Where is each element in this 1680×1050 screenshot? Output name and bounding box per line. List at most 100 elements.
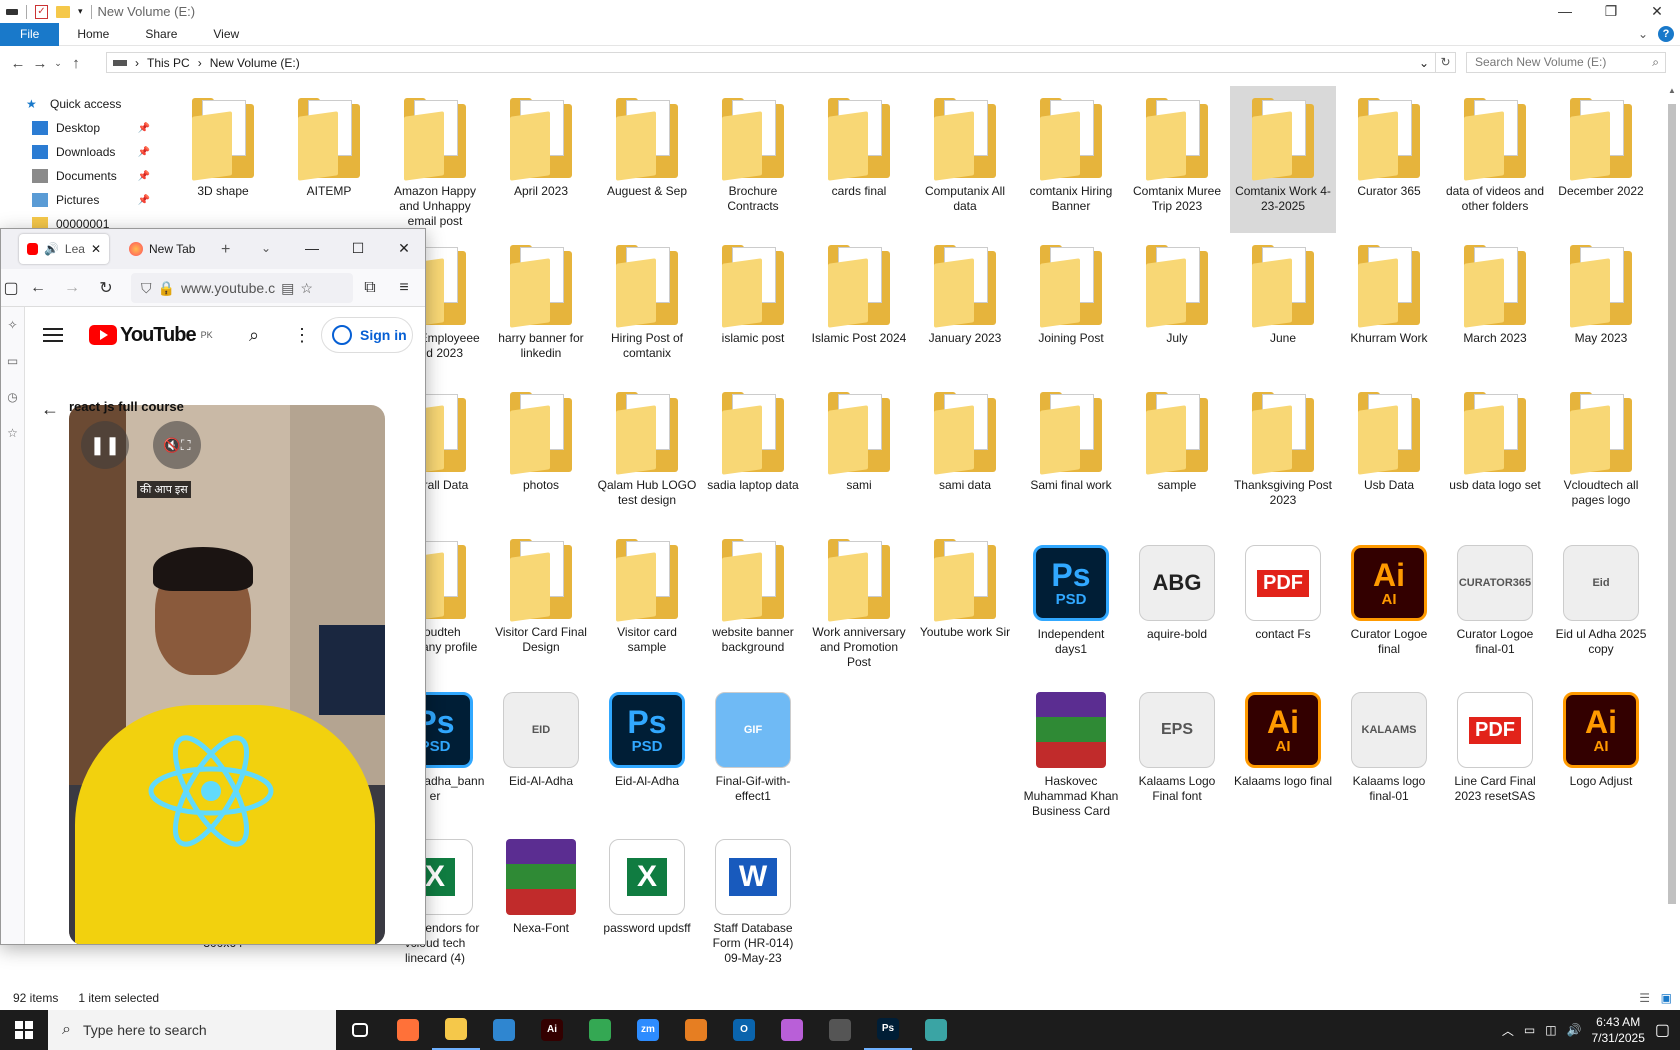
back-arrow-icon[interactable]: ← (41, 399, 59, 420)
shield-icon[interactable]: ⛉ (141, 280, 152, 297)
clock[interactable]: 6:43 AM 7/31/2025 (1591, 1014, 1644, 1046)
folder-item[interactable]: Curator 365 (1336, 86, 1442, 233)
folder-item[interactable]: Vcloudtech all pages logo (1548, 380, 1654, 527)
taskbar-app-other-app[interactable] (912, 1010, 960, 1050)
folder-item[interactable]: sample (1124, 380, 1230, 527)
taskbar-app-pen-tool[interactable] (816, 1010, 864, 1050)
taskbar-app-outlook[interactable]: O (720, 1010, 768, 1050)
help-icon[interactable]: ? (1658, 26, 1674, 42)
reader-view-icon[interactable]: ▤ (281, 280, 294, 297)
folder-item[interactable]: Sami final work (1018, 380, 1124, 527)
folder-item[interactable]: Hiring Post of comtanix (594, 233, 700, 380)
file-item[interactable]: Nexa-Font (488, 821, 594, 968)
folder-item[interactable]: AITEMP (276, 86, 382, 233)
folder-item[interactable]: usb data logo set (1442, 380, 1548, 527)
mute-icon[interactable]: 🔇⛶ (153, 421, 201, 469)
folder-item[interactable]: July (1124, 233, 1230, 380)
folder-item[interactable]: March 2023 (1442, 233, 1548, 380)
folder-item[interactable]: website banner background (700, 527, 806, 674)
folder-item[interactable]: Comtanix Muree Trip 2023 (1124, 86, 1230, 233)
folder-item[interactable]: Computanix All data (912, 86, 1018, 233)
details-view-icon[interactable]: ☰ (1639, 991, 1650, 1005)
file-item[interactable]: CURATOR365 Curator Logoe final-01 (1442, 527, 1548, 674)
taskbar-search-input[interactable]: ⌕ Type here to search (48, 1010, 336, 1050)
file-item[interactable]: ABG aquire-bold (1124, 527, 1230, 674)
new-tab-plus-icon[interactable]: + (221, 241, 230, 259)
sidebar-ai-icon[interactable]: ✧ (1, 307, 24, 343)
pause-icon[interactable]: ❚❚ (81, 421, 129, 469)
folder-item[interactable]: Joining Post (1018, 233, 1124, 380)
menu-icon[interactable]: ≡ (387, 279, 421, 297)
breadcrumb[interactable]: › This PC › New Volume (E:) ⌄ (106, 52, 1436, 73)
folder-item[interactable]: Amazon Happy and Unhappy email post (382, 86, 488, 233)
folder-item[interactable]: Islamic Post 2024 (806, 233, 912, 380)
file-item[interactable]: GIF Final-Gif-with-effect1 (700, 674, 806, 821)
folder-item[interactable]: cards final (806, 86, 912, 233)
file-item[interactable]: Ps PSD Independent days1 (1018, 527, 1124, 674)
folder-item[interactable]: Visitor card sample (594, 527, 700, 674)
properties-icon[interactable]: ✓ (35, 4, 48, 19)
taskbar-app-firefox[interactable] (384, 1010, 432, 1050)
taskbar-app-file-explorer[interactable] (432, 1010, 480, 1050)
folder-item[interactable]: sami data (912, 380, 1018, 527)
folder-item[interactable]: Visitor Card Final Design (488, 527, 594, 674)
expand-ribbon-icon[interactable]: ⌄ (1638, 27, 1648, 41)
large-icons-view-icon[interactable]: ▣ (1661, 991, 1672, 1005)
file-item[interactable]: Haskovec Muhammad Khan Business Card (1018, 674, 1124, 821)
folder-item[interactable]: photos (488, 380, 594, 527)
file-item[interactable]: EID Eid-Al-Adha (488, 674, 594, 821)
bookmark-star-icon[interactable]: ☆ (300, 280, 313, 297)
folder-item[interactable]: January 2023 (912, 233, 1018, 380)
refresh-button[interactable]: ↻ (1436, 52, 1456, 73)
list-tabs-icon[interactable]: ⌄ (261, 241, 271, 255)
customize-qa-icon[interactable]: ▾ (78, 6, 83, 17)
forward-arrow-icon[interactable]: → (29, 55, 51, 72)
scroll-thumb[interactable] (1668, 104, 1676, 904)
file-item[interactable]: Xpassword updsff (594, 821, 700, 968)
back-arrow-icon[interactable]: ← (21, 279, 55, 297)
close-tab-icon[interactable]: ✕ (91, 242, 101, 256)
folder-item[interactable]: data of videos and other folders (1442, 86, 1548, 233)
folder-item[interactable]: Usb Data (1336, 380, 1442, 527)
folder-item[interactable]: April 2023 (488, 86, 594, 233)
file-item[interactable]: W Staff Database Form (HR-014) 09-May-23 (700, 821, 806, 968)
network-icon[interactable]: ▭ (1524, 1023, 1535, 1037)
search-input[interactable]: Search New Volume (E:) ⌕ (1466, 52, 1666, 73)
maximize-button[interactable]: ☐ (335, 234, 381, 262)
breadcrumb-volume[interactable]: New Volume (E:) (210, 56, 300, 70)
sign-in-button[interactable]: Sign in (321, 317, 413, 353)
folder-item[interactable]: Work anniversary and Promotion Post (806, 527, 912, 674)
folder-item[interactable]: Khurram Work (1336, 233, 1442, 380)
file-item[interactable]: PDF contact Fs (1230, 527, 1336, 674)
video-player[interactable]: की आप इस ❚❚ 🔇⛶ (69, 405, 385, 944)
taskbar-app-vscode[interactable] (480, 1010, 528, 1050)
file-item[interactable]: Ai AI Kalaams logo final (1230, 674, 1336, 821)
minimize-button[interactable]: — (1542, 0, 1588, 23)
sidebar-bookmarks-icon[interactable]: ☆ (1, 415, 24, 451)
recent-locations-icon[interactable]: ⌄ (51, 58, 65, 69)
volume-icon[interactable]: 🔊 (1567, 1023, 1582, 1037)
chevron-down-icon[interactable]: ⌄ (1419, 56, 1429, 70)
sidebar-synced-tabs-icon[interactable]: ▭ (1, 343, 24, 379)
sidebar-toggle-icon[interactable]: ▢ (1, 278, 21, 298)
more-options-icon[interactable]: ⋮ (293, 325, 311, 346)
taskbar-app-chrome[interactable] (576, 1010, 624, 1050)
nav-item[interactable]: Documents 📌 (0, 164, 160, 188)
maximize-button[interactable]: ❐ (1588, 0, 1634, 23)
hamburger-menu-icon[interactable] (43, 328, 63, 342)
taskbar-app-photoshop[interactable]: Ps (864, 1010, 912, 1050)
taskbar-app-photos[interactable] (768, 1010, 816, 1050)
folder-item[interactable]: Thanksgiving Post 2023 (1230, 380, 1336, 527)
forward-arrow-icon[interactable]: → (55, 279, 89, 297)
folder-item[interactable]: sadia laptop data (700, 380, 806, 527)
close-button[interactable]: ✕ (1634, 0, 1680, 23)
url-bar[interactable]: ⛉ 🔒 www.youtube.c ▤ ☆ (131, 273, 353, 303)
breadcrumb-this-pc[interactable]: This PC (147, 56, 190, 70)
folder-item[interactable]: islamic post (700, 233, 806, 380)
file-item[interactable]: KALAAMS Kalaams logo final-01 (1336, 674, 1442, 821)
folder-item[interactable]: comtanix Hiring Banner (1018, 86, 1124, 233)
wifi-icon[interactable]: ◫ (1545, 1023, 1556, 1037)
folder-item[interactable]: Brochure Contracts (700, 86, 806, 233)
tab-share[interactable]: Share (127, 23, 195, 46)
tab-youtube[interactable]: 🔊 Lea ✕ (19, 234, 109, 264)
